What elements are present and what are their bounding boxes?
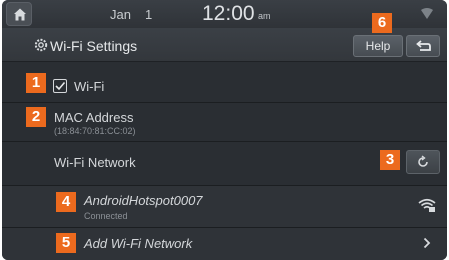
back-button[interactable] [406,35,440,57]
page-title: Wi-Fi Settings [50,38,138,54]
mac-address-value: (18:84:70:81:CC:02) [54,126,136,136]
signal-icon [421,8,433,19]
date-month: Jan [110,7,131,22]
home-icon [14,8,26,21]
divider [2,141,447,142]
date-display: Jan 1 [110,7,152,22]
network-status: Connected [84,211,128,221]
back-arrow-icon [416,40,431,51]
wifi-secured-icon [418,198,436,212]
gear-icon [34,38,48,52]
callout-badge-4: 4 [56,192,76,212]
checkmark-icon [55,81,66,91]
wifi-label[interactable]: Wi-Fi [74,79,104,94]
add-network-label[interactable]: Add Wi-Fi Network [84,236,192,251]
refresh-button[interactable] [406,150,440,174]
help-button[interactable]: Help [353,35,403,57]
home-button[interactable] [6,2,32,26]
refresh-icon [418,155,428,167]
head-unit-screen: Jan 1 12:00 am Wi-Fi Settings Help 1 Wi-F… [2,0,447,260]
callout-badge-3: 3 [380,150,400,170]
callout-badge-5: 5 [56,233,76,253]
divider [2,102,447,103]
wifi-network-label: Wi-Fi Network [54,155,136,170]
network-name[interactable]: AndroidHotspot0007 [84,193,203,208]
title-bar: Wi-Fi Settings Help [2,28,447,62]
mac-address-label: MAC Address [54,110,134,125]
date-day: 1 [144,7,153,22]
clock-time: 12:00 [202,2,255,25]
callout-badge-2: 2 [26,107,46,127]
clock-ampm: am [258,11,271,21]
chevron-right-icon [423,237,431,249]
wifi-checkbox[interactable] [53,79,67,93]
divider [2,185,447,186]
callout-badge-6: 6 [372,13,392,33]
callout-badge-1: 1 [26,73,46,93]
